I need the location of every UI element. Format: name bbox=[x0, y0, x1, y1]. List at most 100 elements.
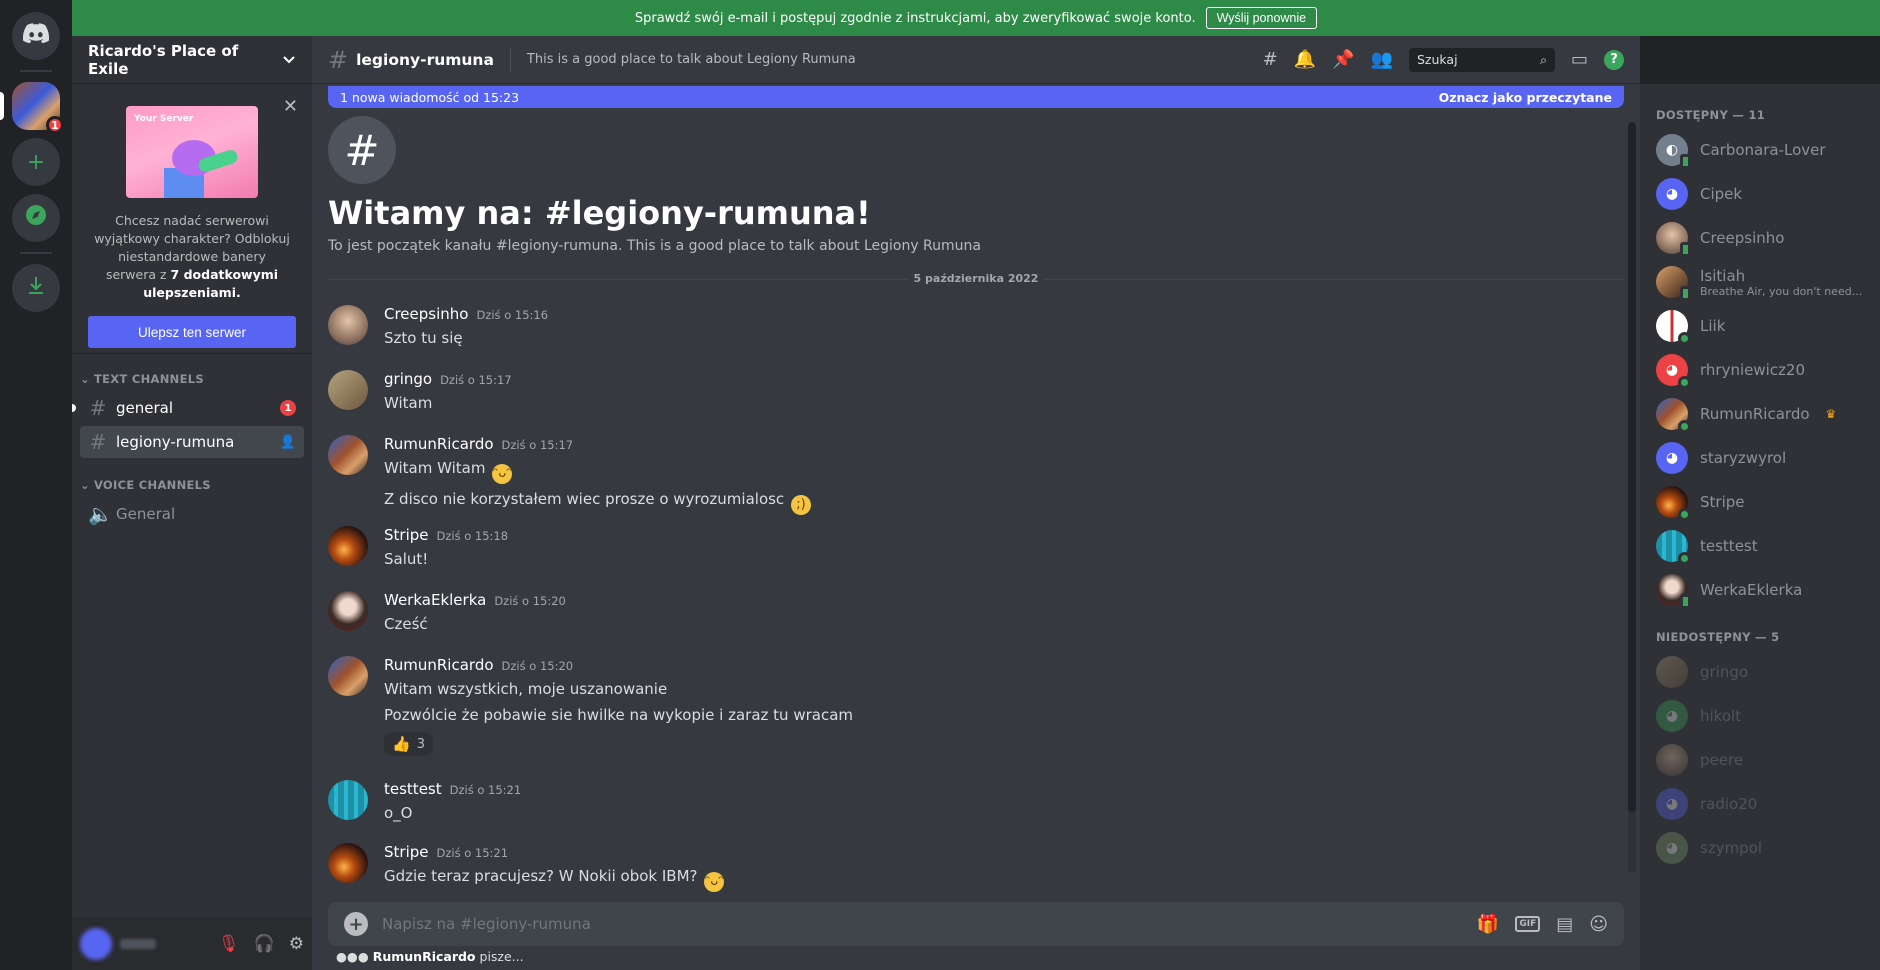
message-author[interactable]: WerkaEklerka bbox=[384, 591, 486, 609]
hash-icon: # bbox=[328, 45, 349, 74]
message-text: Pozwólcie że pobawie sie hwilke na wykop… bbox=[384, 706, 853, 724]
avatar[interactable] bbox=[328, 656, 368, 696]
member-item[interactable]: WerkaEklerka bbox=[1656, 568, 1872, 612]
download-apps-button[interactable] bbox=[12, 264, 60, 312]
unread-indicator bbox=[72, 404, 76, 412]
avatar[interactable] bbox=[328, 526, 368, 566]
voice-channel-general[interactable]: 🔈 General bbox=[80, 498, 304, 530]
message-author[interactable]: gringo bbox=[384, 370, 432, 388]
mic-muted-icon[interactable]: 🎙 bbox=[218, 934, 240, 954]
avatar[interactable] bbox=[328, 435, 368, 475]
message-author[interactable]: Stripe bbox=[384, 526, 429, 544]
message-text: Gdzie teraz pracujesz? W Nokii obok IBM?… bbox=[384, 865, 1624, 892]
member-item[interactable]: ◕ radio20 bbox=[1656, 782, 1872, 826]
member-item[interactable]: ◕ rhryniewicz20 bbox=[1656, 348, 1872, 392]
member-item[interactable]: Stripe bbox=[1656, 480, 1872, 524]
member-item[interactable]: ◕ staryzwyrol bbox=[1656, 436, 1872, 480]
message[interactable]: RumunRicardo Dziś o 15:20 Witam wszystkic… bbox=[328, 656, 1624, 756]
avatar[interactable] bbox=[328, 370, 368, 410]
member-item[interactable]: ◐ Carbonara-Lover bbox=[1656, 128, 1872, 172]
new-messages-bar[interactable]: 1 nowa wiadomość od 15:23 Oznacz jako pr… bbox=[328, 86, 1624, 108]
resend-email-button[interactable]: Wyślij ponownie bbox=[1205, 7, 1318, 29]
scrollbar[interactable] bbox=[1628, 122, 1636, 872]
avatar[interactable] bbox=[80, 928, 112, 960]
avatar: ◕ bbox=[1656, 788, 1688, 820]
search-icon: ⌕ bbox=[1539, 51, 1547, 67]
message-author[interactable]: Stripe bbox=[384, 843, 429, 861]
grinning-emoji-icon[interactable]: ᵔᴗᵔ bbox=[492, 464, 513, 484]
message[interactable]: Stripe Dziś o 15:21 Gdzie teraz pracujesz… bbox=[328, 843, 1624, 892]
mention-badge: 1 bbox=[280, 400, 296, 416]
category-voice-channels[interactable]: ⌄ VOICE CHANNELS bbox=[72, 460, 312, 496]
avatar[interactable] bbox=[328, 591, 368, 631]
channel-general[interactable]: # general 1 bbox=[72, 392, 304, 424]
member-item[interactable]: RumunRicardo ♛ bbox=[1656, 392, 1872, 436]
boost-server-button[interactable]: Ulepsz ten serwer bbox=[88, 316, 296, 348]
add-server-button[interactable]: + bbox=[12, 138, 60, 186]
headphones-icon[interactable]: 🎧 bbox=[254, 934, 275, 954]
upload-plus-icon[interactable]: + bbox=[344, 912, 368, 936]
typing-indicator: ●●● RumunRicardo pisze... bbox=[336, 949, 524, 964]
member-item[interactable]: testtest bbox=[1656, 524, 1872, 568]
member-item[interactable]: ◕ szympol bbox=[1656, 826, 1872, 870]
message-timestamp: Dziś o 15:20 bbox=[494, 594, 566, 608]
member-item[interactable]: Liik bbox=[1656, 304, 1872, 348]
compass-icon bbox=[25, 204, 47, 232]
rail-separator bbox=[20, 252, 52, 254]
help-icon[interactable]: ? bbox=[1604, 49, 1624, 70]
message[interactable]: gringo Dziś o 15:17 Witam bbox=[328, 370, 1624, 414]
explore-servers-button[interactable] bbox=[12, 194, 60, 242]
category-text-channels[interactable]: ⌄ TEXT CHANNELS bbox=[72, 354, 312, 390]
avatar[interactable] bbox=[328, 305, 368, 345]
discord-home-button[interactable] bbox=[12, 12, 60, 60]
message[interactable]: WerkaEklerka Dziś o 15:20 Cześć bbox=[328, 591, 1624, 635]
inbox-icon[interactable]: ▭ bbox=[1571, 49, 1588, 70]
grinning-emoji-icon[interactable]: ᵔᴗᵔ bbox=[704, 872, 725, 892]
reaction-thumbs-up[interactable]: 👍 3 bbox=[384, 732, 433, 756]
member-item[interactable]: peere bbox=[1656, 738, 1872, 782]
gift-icon[interactable]: 🎁 bbox=[1477, 914, 1499, 935]
message[interactable]: RumunRicardo Dziś o 15:17 Witam Witam ᵔᴗᵔ… bbox=[328, 435, 1624, 515]
avatar[interactable] bbox=[328, 843, 368, 883]
avatar[interactable] bbox=[328, 780, 368, 820]
invite-people-icon[interactable]: 👤 bbox=[280, 435, 296, 450]
channel-legiony-rumuna[interactable]: # legiony-rumuna 👤 bbox=[80, 426, 304, 458]
sticker-icon[interactable]: ▤ bbox=[1556, 914, 1573, 935]
message-input[interactable] bbox=[382, 915, 1463, 933]
threads-icon[interactable]: # bbox=[1263, 49, 1278, 70]
server-header[interactable]: Ricardo's Place of Exile bbox=[72, 36, 312, 84]
message-author[interactable]: testtest bbox=[384, 780, 442, 798]
member-item[interactable]: gringo bbox=[1656, 650, 1872, 694]
avatar bbox=[1656, 486, 1691, 521]
verify-email-banner: Sprawdź swój e-mail i postępuj zgodnie z… bbox=[72, 0, 1880, 36]
member-item[interactable]: ◕ Cipek bbox=[1656, 172, 1872, 216]
message-timestamp: Dziś o 15:16 bbox=[476, 308, 549, 322]
message-author[interactable]: RumunRicardo bbox=[384, 656, 494, 674]
channel-label: general bbox=[116, 399, 174, 417]
channel-topic[interactable]: This is a good place to talk about Legio… bbox=[527, 52, 856, 67]
message-timestamp: Dziś o 15:21 bbox=[449, 783, 522, 797]
emoji-picker-icon[interactable]: ☺ bbox=[1589, 914, 1608, 935]
member-item[interactable]: Isitiah Breathe Air, you don't need... bbox=[1656, 260, 1872, 304]
message[interactable]: testtest Dziś o 15:21 o_O bbox=[328, 780, 1624, 824]
member-item[interactable]: Creepsinho bbox=[1656, 216, 1872, 260]
online-status-icon bbox=[1678, 376, 1691, 389]
scrollbar-thumb[interactable] bbox=[1628, 122, 1636, 812]
message[interactable]: Stripe Dziś o 15:18 Salut! bbox=[328, 526, 1624, 570]
mark-as-read-button[interactable]: Oznacz jako przeczytane bbox=[1439, 90, 1612, 105]
message[interactable]: Creepsinho Dziś o 15:16 Szto tu się bbox=[328, 305, 1624, 349]
search-input[interactable]: Szukaj ⌕ bbox=[1408, 47, 1555, 72]
close-icon[interactable]: ✕ bbox=[283, 96, 298, 117]
gif-icon[interactable]: GIF bbox=[1515, 916, 1541, 932]
pin-icon[interactable]: 📌 bbox=[1332, 49, 1354, 70]
banner-text: Sprawdź swój e-mail i postępuj zgodnie z… bbox=[634, 10, 1196, 26]
gear-icon[interactable]: ⚙ bbox=[289, 934, 304, 954]
server-icon-ricardos-place[interactable]: 1 bbox=[0, 82, 64, 134]
member-item[interactable]: ◕ hikolt bbox=[1656, 694, 1872, 738]
message-author[interactable]: Creepsinho bbox=[384, 305, 468, 323]
bell-icon[interactable]: 🔔 bbox=[1294, 49, 1316, 70]
members-icon[interactable]: 👥 bbox=[1371, 49, 1393, 70]
wink-emoji-icon[interactable]: ;) bbox=[790, 495, 811, 515]
message-author[interactable]: RumunRicardo bbox=[384, 435, 494, 453]
welcome-title: Witamy na: #legiony-rumuna! bbox=[328, 194, 871, 232]
